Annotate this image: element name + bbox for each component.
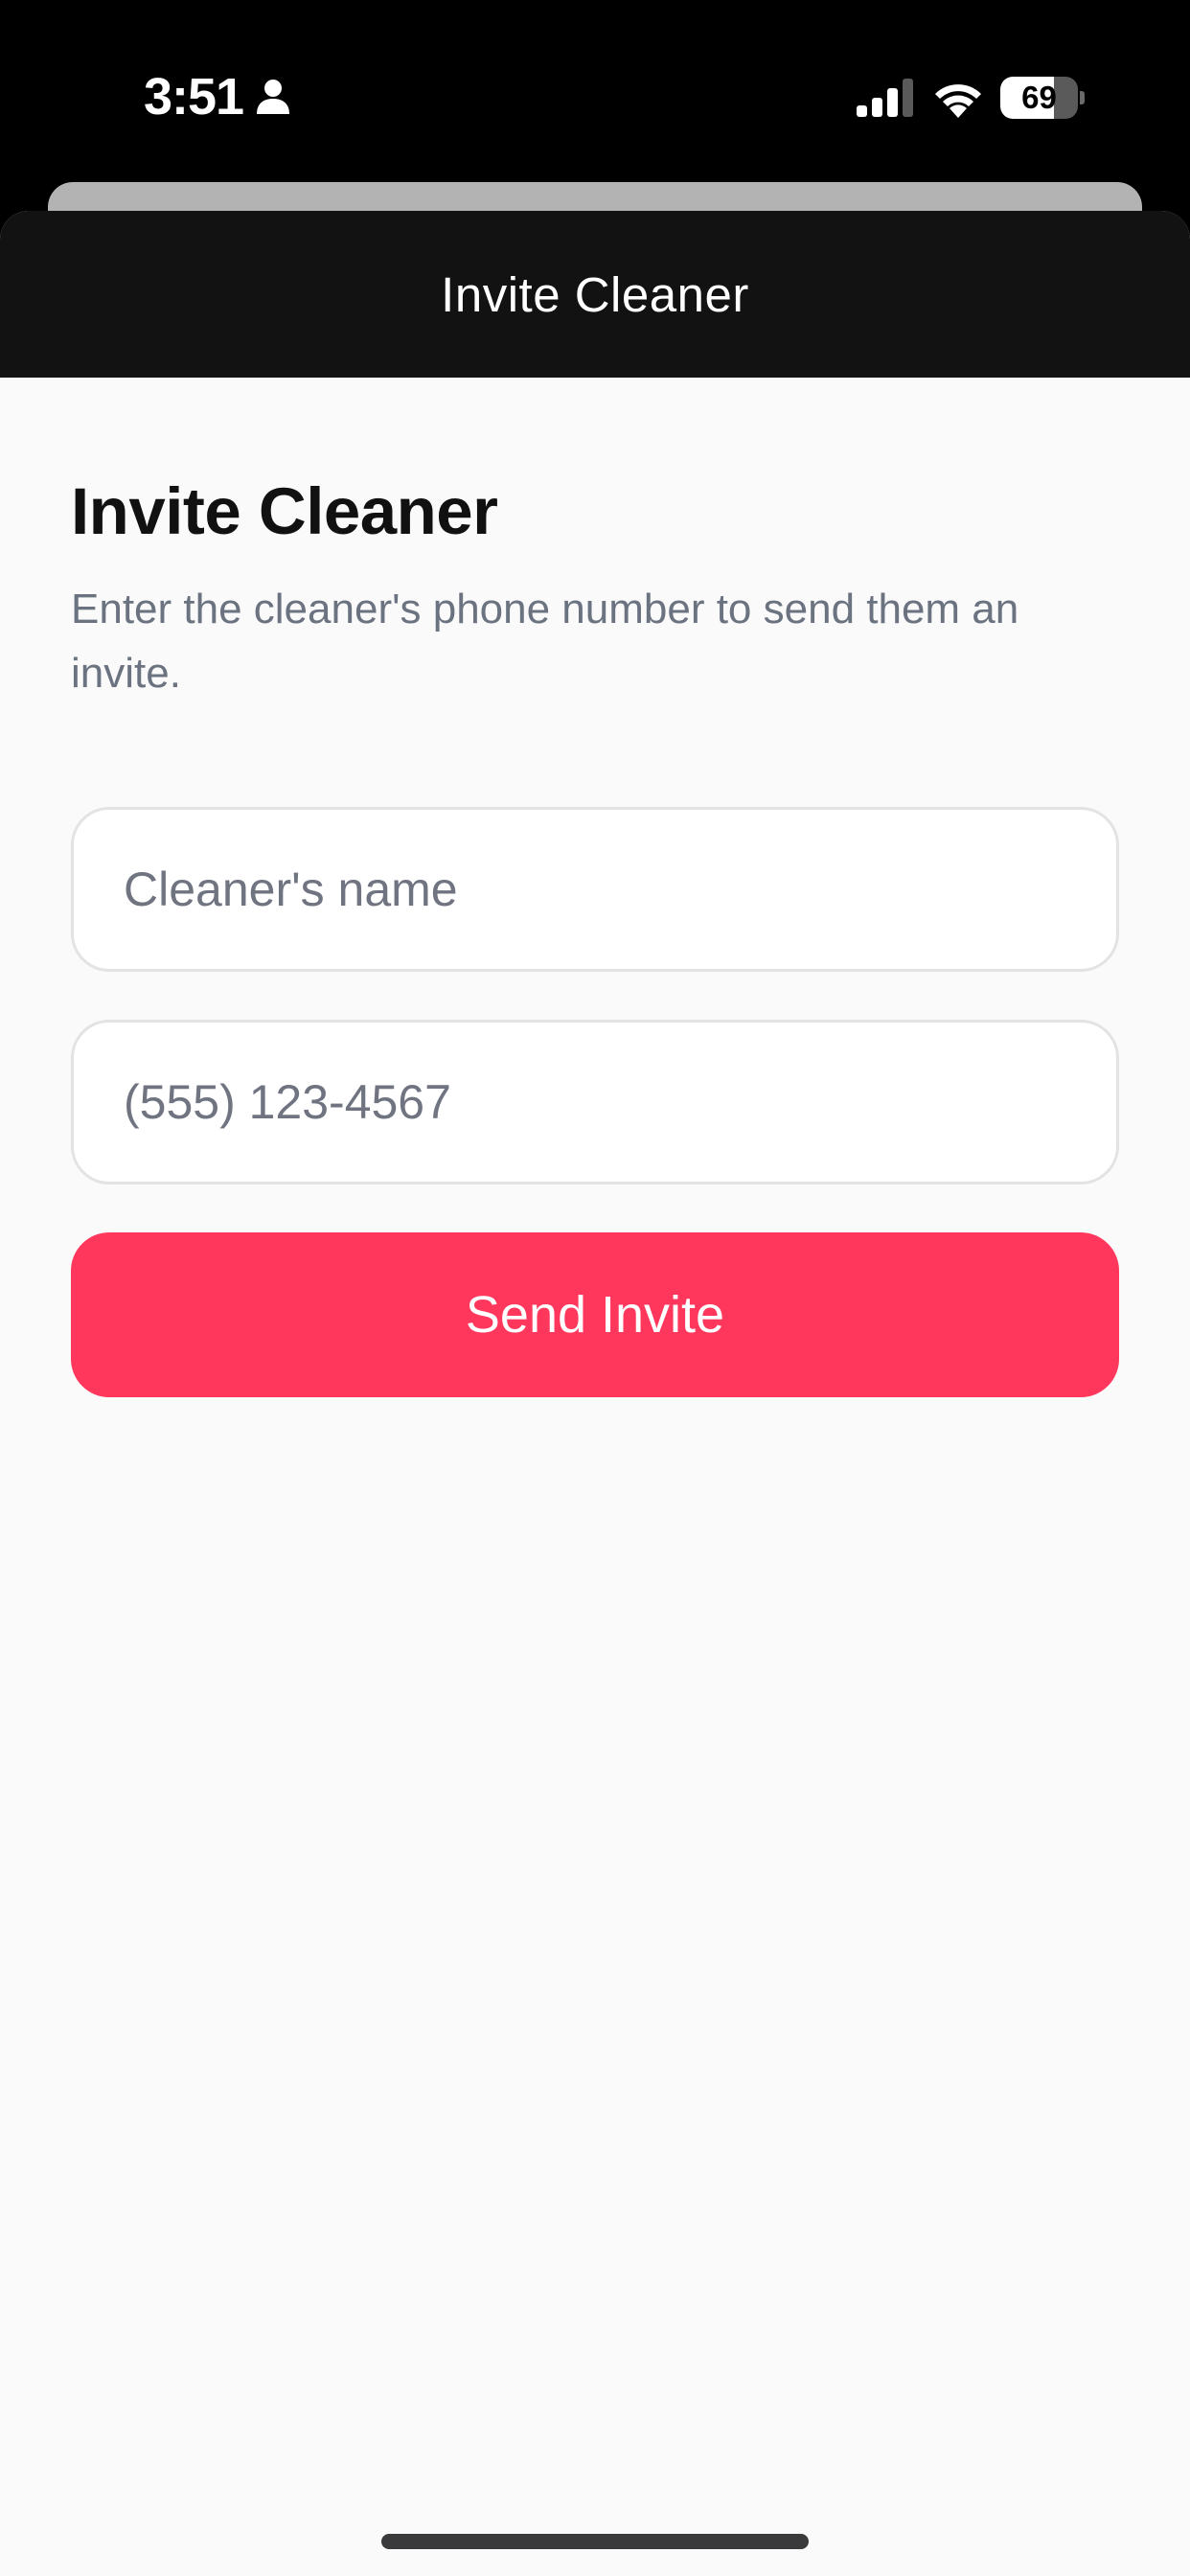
- send-invite-button[interactable]: Send Invite: [71, 1232, 1119, 1397]
- status-icons: 69: [857, 69, 1085, 126]
- invite-form: Invite Cleaner Enter the cleaner's phone…: [0, 378, 1190, 1397]
- page-title: Invite Cleaner: [71, 474, 498, 548]
- battery-percent: 69: [1021, 80, 1057, 115]
- sheet-header: Invite Cleaner: [0, 211, 1190, 378]
- wifi-icon: [935, 84, 981, 118]
- status-time: 3:51: [144, 68, 244, 126]
- status-bar: 3:51 69: [0, 0, 1190, 182]
- battery-cap: [1080, 91, 1085, 104]
- battery-body: 69: [1000, 77, 1079, 119]
- person-icon: [257, 80, 290, 114]
- battery-icon: 69: [1000, 77, 1085, 119]
- app-screen: 3:51 69 Invite Cleaner Invite Cleaner En…: [0, 0, 1190, 2576]
- header-title: Invite Cleaner: [441, 266, 749, 322]
- cleaner-name-input[interactable]: [71, 807, 1119, 972]
- home-indicator[interactable]: [381, 2534, 809, 2549]
- phone-number-input[interactable]: [71, 1020, 1119, 1184]
- invite-cleaner-sheet: Invite Cleaner Invite Cleaner Enter the …: [0, 211, 1190, 2576]
- cellular-signal-icon: [857, 79, 913, 117]
- status-time-group: 3:51: [144, 67, 291, 126]
- page-subtitle: Enter the cleaner's phone number to send…: [71, 586, 1019, 697]
